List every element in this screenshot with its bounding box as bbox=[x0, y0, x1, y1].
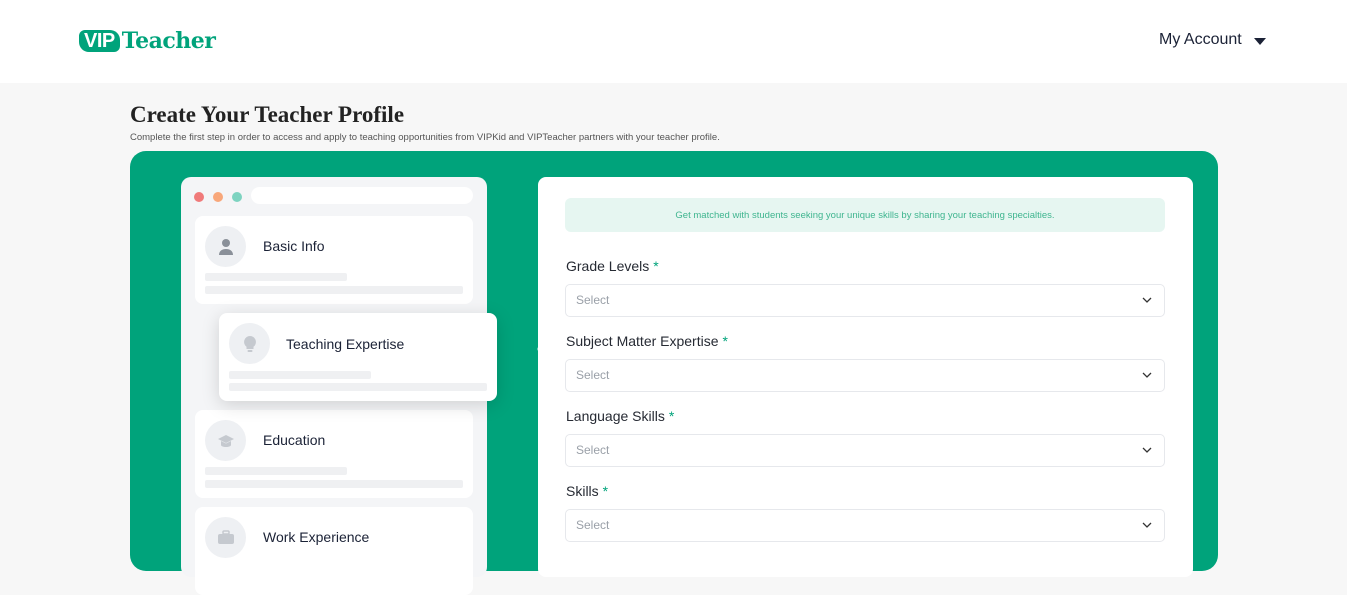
placeholder-line bbox=[229, 383, 487, 391]
page-subtitle: Complete the first step in order to acce… bbox=[130, 132, 720, 143]
placeholder-line bbox=[229, 371, 371, 379]
language-skills-label: Language Skills * bbox=[566, 408, 674, 424]
my-account-menu[interactable]: My Account bbox=[1159, 31, 1266, 49]
placeholder-line bbox=[205, 480, 463, 488]
pointer-notch-icon bbox=[537, 333, 552, 365]
select-placeholder: Select bbox=[576, 443, 610, 457]
placeholder-line bbox=[205, 286, 463, 294]
skills-select[interactable]: Select bbox=[565, 509, 1165, 542]
step-card-education: Education bbox=[195, 410, 473, 498]
graduation-cap-icon bbox=[205, 420, 246, 461]
lightbulb-icon bbox=[229, 323, 270, 364]
field-label-text: Skills bbox=[566, 483, 599, 499]
placeholder-line bbox=[205, 467, 347, 475]
logo-teacher-text: Teacher bbox=[121, 28, 216, 54]
grade-levels-label: Grade Levels * bbox=[566, 258, 659, 274]
step-label: Work Experience bbox=[263, 529, 370, 545]
chevron-down-icon bbox=[1142, 297, 1152, 303]
logo-vip-badge: VIP bbox=[79, 30, 120, 52]
subject-matter-expertise-select[interactable]: Select bbox=[565, 359, 1165, 392]
select-placeholder: Select bbox=[576, 368, 610, 382]
window-dot-red-icon bbox=[194, 192, 204, 202]
my-account-label: My Account bbox=[1159, 31, 1242, 48]
user-icon bbox=[205, 226, 246, 267]
select-placeholder: Select bbox=[576, 518, 610, 532]
caret-down-icon bbox=[1253, 37, 1266, 45]
step-label: Education bbox=[263, 432, 326, 448]
subject-matter-expertise-label: Subject Matter Expertise * bbox=[566, 333, 728, 349]
info-banner: Get matched with students seeking your u… bbox=[565, 198, 1165, 232]
grade-levels-select[interactable]: Select bbox=[565, 284, 1165, 317]
required-asterisk: * bbox=[668, 408, 675, 424]
step-label: Basic Info bbox=[263, 238, 325, 254]
step-card-work-experience: Work Experience bbox=[195, 507, 473, 595]
field-label-text: Subject Matter Expertise bbox=[566, 333, 719, 349]
select-placeholder: Select bbox=[576, 293, 610, 307]
language-skills-select[interactable]: Select bbox=[565, 434, 1165, 467]
chevron-down-icon bbox=[1142, 447, 1152, 453]
required-asterisk: * bbox=[653, 258, 659, 274]
field-label-text: Language Skills bbox=[566, 408, 665, 424]
window-dot-orange-icon bbox=[213, 192, 223, 202]
field-label-text: Grade Levels bbox=[566, 258, 650, 274]
required-asterisk: * bbox=[602, 483, 609, 499]
window-dot-teal-icon bbox=[232, 192, 242, 202]
top-navigation-bar: VIP Teacher My Account bbox=[0, 0, 1347, 83]
briefcase-icon bbox=[205, 517, 246, 558]
skills-label: Skills * bbox=[566, 483, 608, 499]
required-asterisk: * bbox=[722, 333, 728, 349]
mock-url-bar bbox=[251, 187, 473, 204]
chevron-down-icon bbox=[1142, 372, 1152, 378]
page-title: Create Your Teacher Profile bbox=[130, 102, 405, 127]
vipteacher-logo[interactable]: VIP Teacher bbox=[79, 28, 216, 54]
placeholder-line bbox=[205, 273, 347, 281]
step-label: Teaching Expertise bbox=[286, 336, 405, 352]
step-card-basic-info: Basic Info bbox=[195, 216, 473, 304]
step-card-teaching-expertise: Teaching Expertise bbox=[219, 313, 497, 401]
chevron-down-icon bbox=[1142, 522, 1152, 528]
